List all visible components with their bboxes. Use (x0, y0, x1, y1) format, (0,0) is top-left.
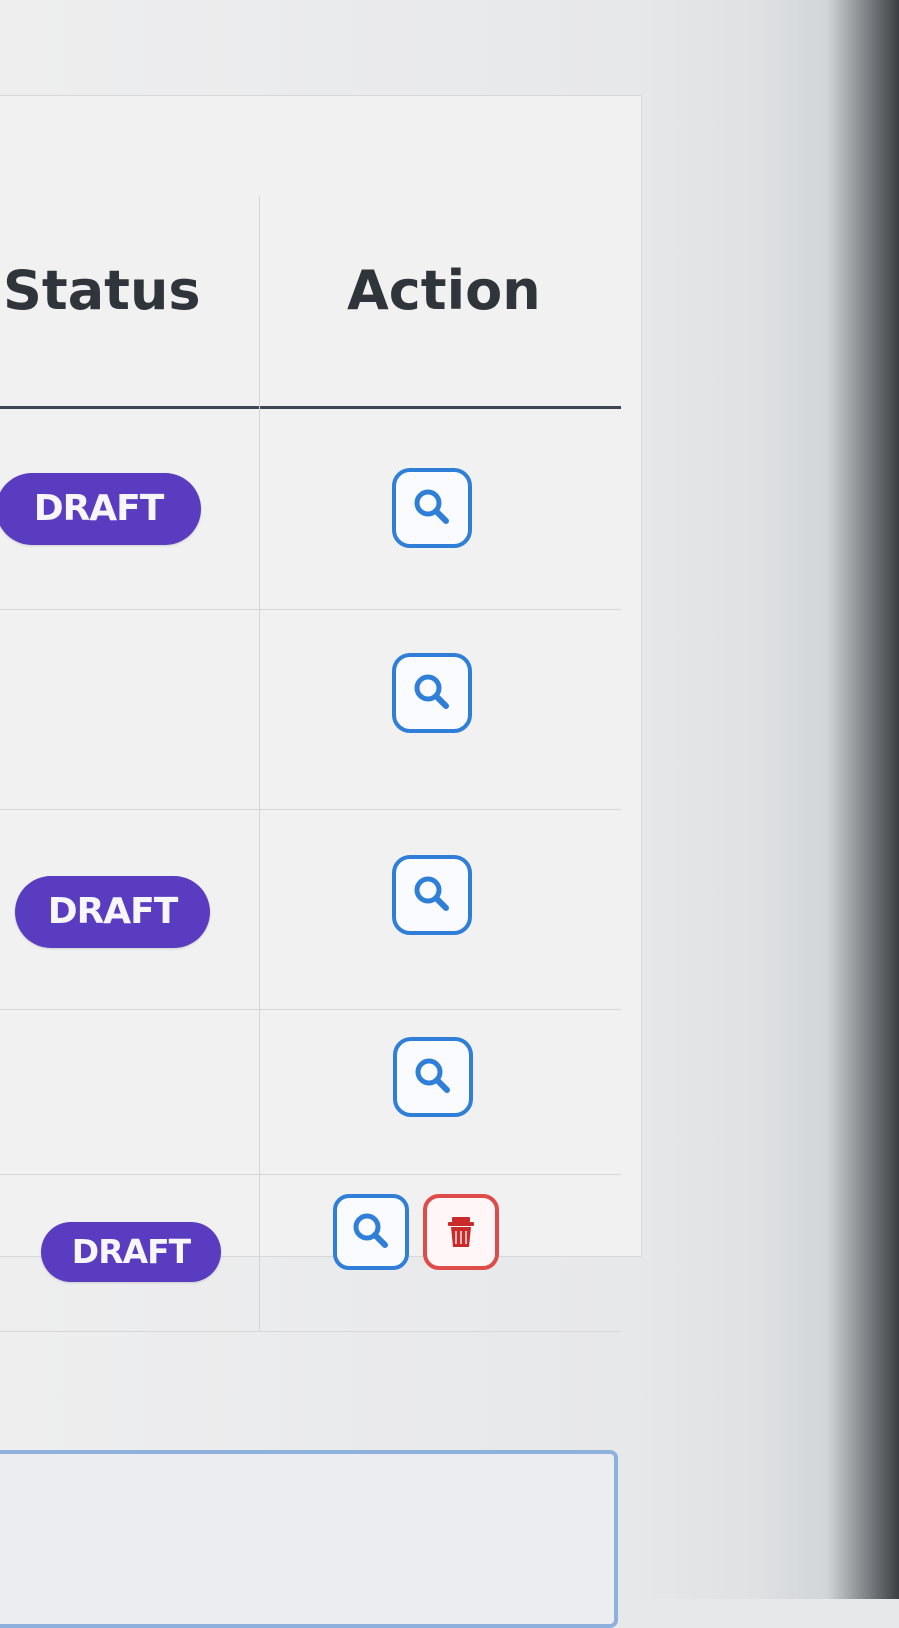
text-input-box[interactable] (0, 1450, 618, 1628)
screen: Status Action DRAFT DRAFT DRAFT (0, 0, 899, 1628)
table-row (0, 1009, 621, 1175)
view-button[interactable] (392, 653, 472, 733)
view-button[interactable] (393, 1037, 473, 1117)
status-badge: DRAFT (0, 473, 201, 545)
status-badge: DRAFT (15, 876, 210, 948)
delete-button[interactable] (423, 1194, 499, 1270)
search-icon (414, 489, 449, 524)
view-button[interactable] (333, 1194, 409, 1270)
table-header: Status Action (0, 196, 621, 409)
table-row (0, 609, 621, 810)
search-icon (414, 876, 449, 911)
trash-icon (448, 1217, 474, 1247)
view-button[interactable] (392, 468, 472, 548)
table-row: DRAFT (0, 809, 621, 1010)
table-row: DRAFT (0, 409, 621, 610)
view-button[interactable] (392, 855, 472, 935)
table-panel: Status Action DRAFT DRAFT DRAFT (0, 95, 642, 1332)
search-icon (415, 1058, 450, 1093)
search-icon (414, 674, 449, 709)
search-icon (353, 1213, 388, 1248)
status-badge: DRAFT (41, 1222, 221, 1282)
action-column-header: Action (347, 259, 541, 322)
status-column-header: Status (3, 259, 201, 322)
table-row: DRAFT (0, 1174, 621, 1332)
